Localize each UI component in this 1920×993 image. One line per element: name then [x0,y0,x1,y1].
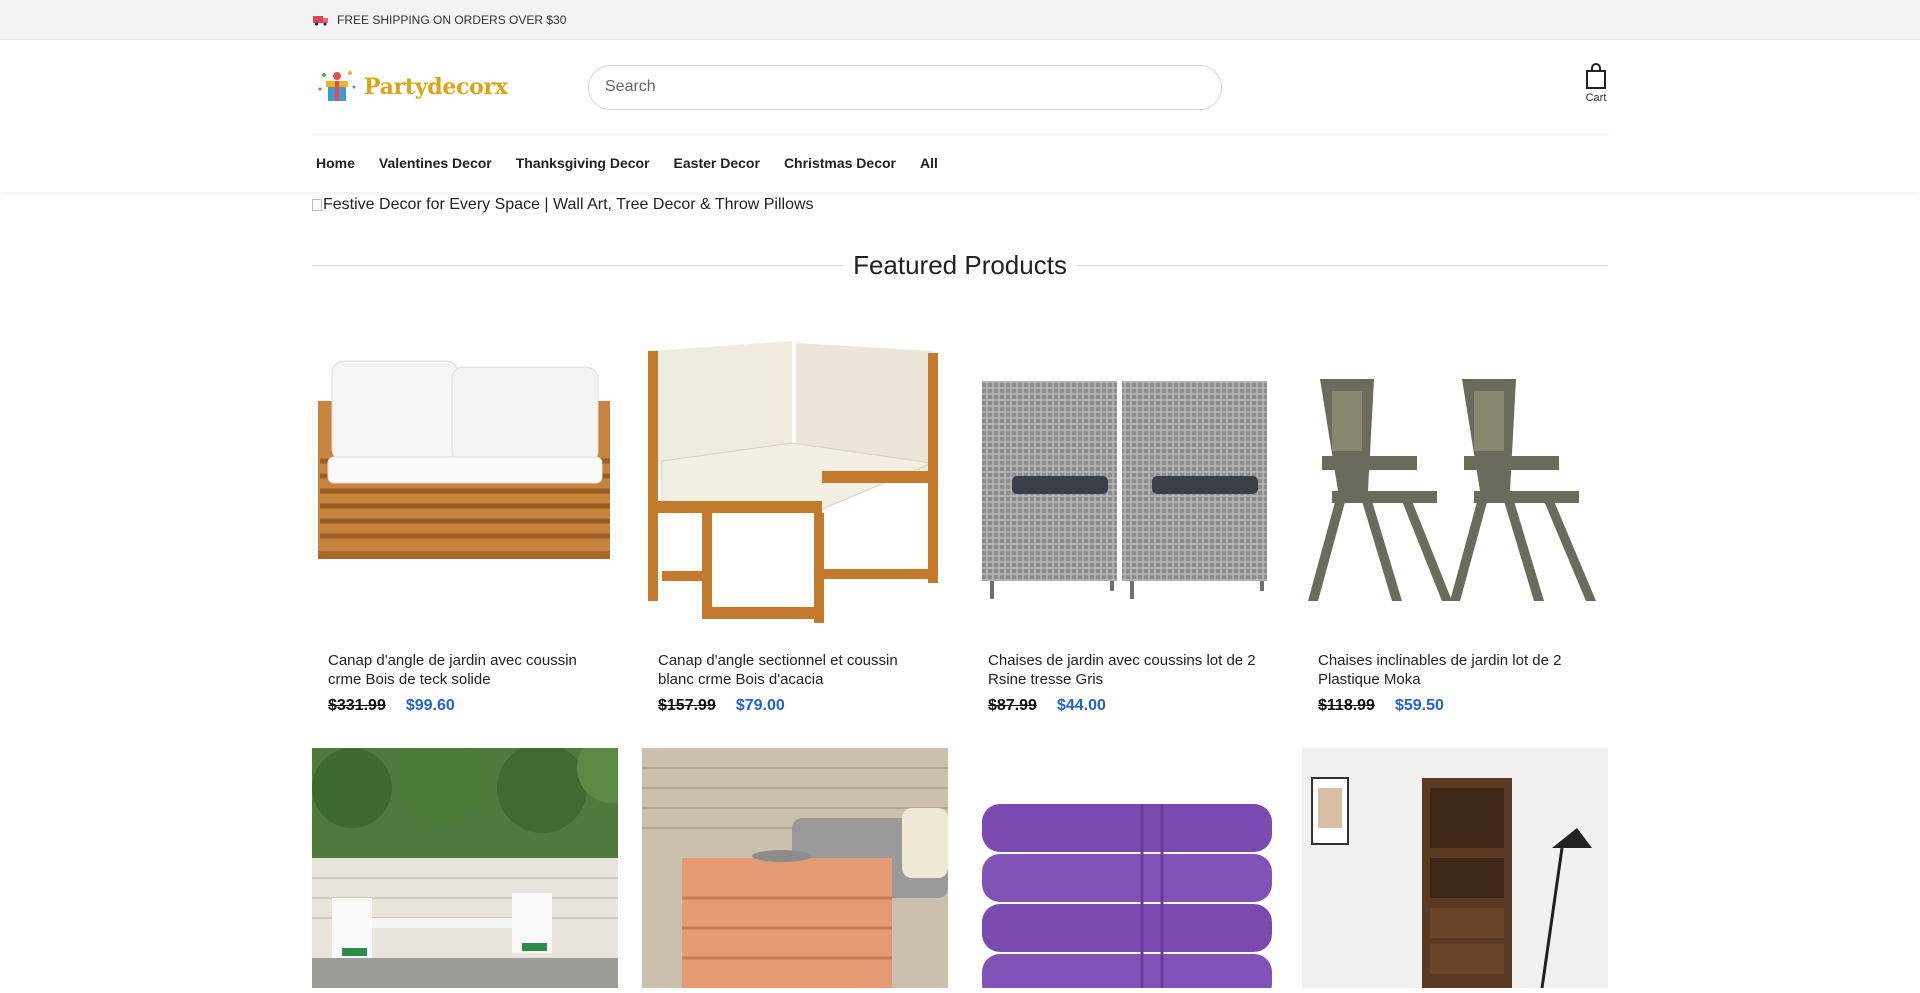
product-image[interactable] [642,331,948,637]
search-input[interactable] [605,78,1205,96]
original-price: $87.99 [988,697,1037,714]
party-gift-icon [318,71,356,101]
product-image[interactable] [972,748,1278,988]
announcement-text: FREE SHIPPING ON ORDERS OVER $30 [337,12,567,27]
product-title[interactable]: Chaises de jardin avec coussins lot de 2… [988,651,1262,689]
search-box[interactable] [588,64,1222,110]
product-image[interactable] [312,331,618,637]
sale-price: $79.00 [735,697,785,714]
product-card[interactable]: Canap d'angle sectionnel et coussin blan… [642,331,948,715]
product-card[interactable] [642,748,948,988]
original-price: $157.99 [658,697,716,714]
product-title[interactable]: Canap d'angle de jardin avec coussin crm… [328,651,602,689]
sale-price: $44.00 [1056,697,1106,714]
original-price: $118.99 [1318,697,1375,714]
product-image[interactable] [972,331,1278,637]
featured-heading: Featured Products [312,250,1609,281]
product-card[interactable]: Chaises inclinables de jardin lot de 2 P… [1302,331,1608,715]
product-title[interactable]: Chaises inclinables de jardin lot de 2 P… [1318,651,1592,689]
nav-item-easter[interactable]: Easter Decor [674,155,760,171]
product-image[interactable] [1302,331,1608,637]
product-grid: Canap d'angle de jardin avec coussin crm… [312,331,1609,988]
nav-item-home[interactable]: Home [316,155,355,171]
nav-item-thanksgiving[interactable]: Thanksgiving Decor [516,155,650,171]
nav-item-all[interactable]: All [920,155,938,171]
nav-item-valentines[interactable]: Valentines Decor [379,155,492,171]
product-image[interactable] [642,748,948,988]
shopping-bag-icon [1586,63,1606,89]
cart-label: Cart [1585,92,1607,104]
hero-alt-text: Festive Decor for Every Space | Wall Art… [323,196,814,213]
product-image[interactable] [312,748,618,988]
nav-item-christmas[interactable]: Christmas Decor [784,155,896,171]
product-card[interactable] [972,748,1278,988]
hero-banner[interactable]: Festive Decor for Every Space | Wall Art… [312,195,1920,215]
product-card[interactable] [1302,748,1608,988]
product-card[interactable]: Chaises de jardin avec coussins lot de 2… [972,331,1278,715]
product-image[interactable] [1302,748,1608,988]
original-price: $331.99 [328,697,386,714]
main-nav: Home Valentines Decor Thanksgiving Decor… [316,135,1920,191]
announcement-bar: FREE SHIPPING ON ORDERS OVER $30 [0,0,1920,40]
logo[interactable]: Partydecorx [312,67,588,107]
product-card[interactable] [312,748,618,988]
logo-text: Partydecorx [364,74,508,100]
site-header: Partydecorx Cart Home Valentines Decor T… [0,40,1920,192]
divider-line [1076,265,1609,266]
cart-button[interactable]: Cart [1583,62,1609,104]
sale-price: $99.60 [405,697,455,714]
truck-icon [313,15,328,26]
sale-price: $59.50 [1394,697,1444,714]
product-title[interactable]: Canap d'angle sectionnel et coussin blan… [658,651,932,689]
product-card[interactable]: Canap d'angle de jardin avec coussin crm… [312,331,618,715]
divider-line [312,265,844,266]
featured-title: Featured Products [853,250,1067,280]
broken-image-icon [312,199,322,211]
